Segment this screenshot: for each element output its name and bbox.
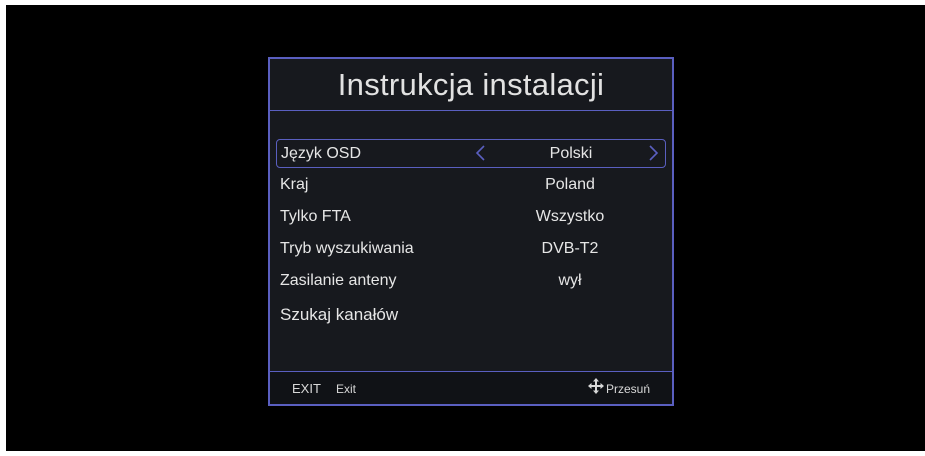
dialog-title-bar: Instrukcja instalacji: [270, 59, 672, 111]
dialog-title: Instrukcja instalacji: [337, 66, 605, 102]
menu-item-value: wył: [558, 272, 582, 289]
menu-item-value: Poland: [545, 176, 595, 193]
menu-item-country[interactable]: Kraj Poland: [276, 171, 666, 200]
menu-item-label: Kraj: [280, 176, 309, 193]
menu-item-value: DVB-T2: [541, 240, 599, 257]
menu-item-label: Język OSD: [281, 145, 362, 162]
exit-label: Exit: [336, 382, 357, 396]
menu-item-value: Wszystko: [535, 208, 605, 225]
menu-item-label: Zasilanie anteny: [280, 272, 397, 289]
menu-item-search-mode[interactable]: Tryb wyszukiwania DVB-T2: [276, 235, 666, 264]
menu-item-antenna-power[interactable]: Zasilanie anteny wył: [276, 267, 666, 296]
tv-screen: Instrukcja instalacji Język OSD Polski K…: [6, 5, 925, 451]
move-label: Przesuń: [606, 382, 651, 396]
menu-item-channel-search[interactable]: Szukaj kanałów: [276, 300, 666, 329]
menu-item-label: Tryb wyszukiwania: [280, 240, 414, 257]
chevron-right-icon[interactable]: [646, 144, 660, 162]
move-arrows-icon: [588, 378, 604, 394]
menu-item-fta-only[interactable]: Tylko FTA Wszystko: [276, 203, 666, 232]
menu-item-label: Szukaj kanałów: [280, 305, 399, 324]
dialog-footer: EXIT Exit Przesuń: [270, 371, 672, 404]
menu-item-osd-language[interactable]: Język OSD Polski: [276, 139, 666, 168]
exit-key-hint[interactable]: EXIT: [292, 381, 321, 396]
chevron-left-icon[interactable]: [474, 144, 488, 162]
menu-item-label: Tylko FTA: [280, 208, 351, 225]
installation-guide-dialog: Instrukcja instalacji Język OSD Polski K…: [268, 57, 674, 406]
menu-item-value: Polski: [549, 145, 593, 162]
